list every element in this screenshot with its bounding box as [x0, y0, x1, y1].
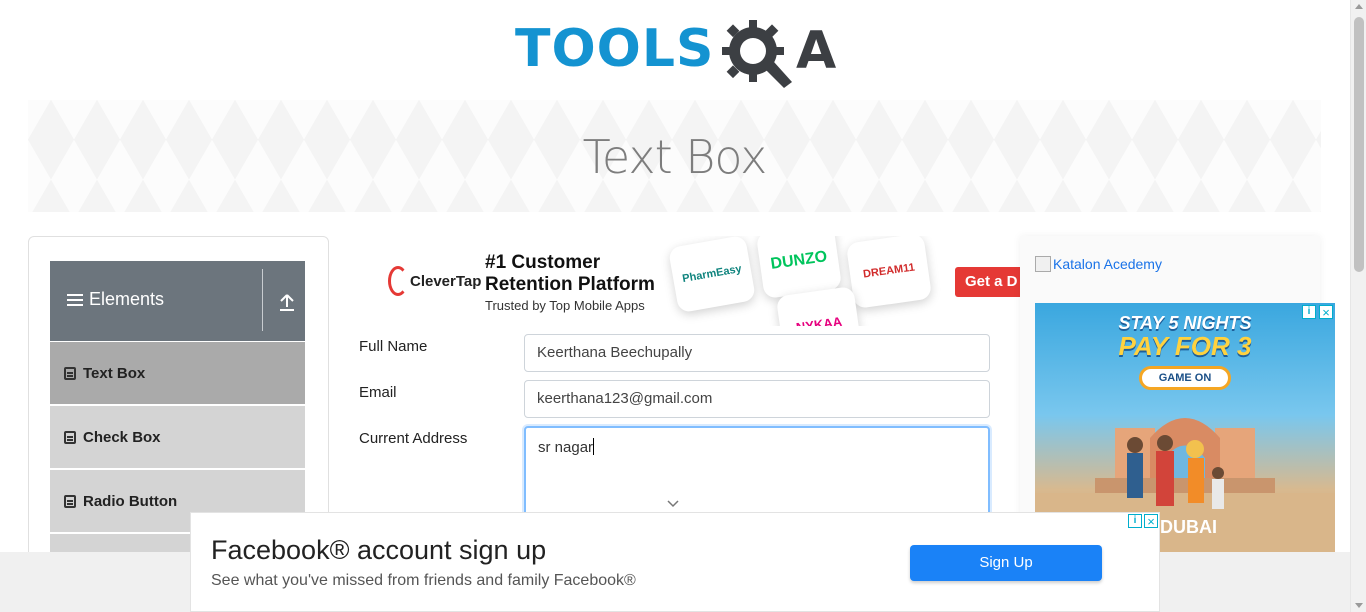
gear-magnifier-icon: A: [722, 20, 836, 88]
document-icon: [64, 430, 76, 444]
facebook-ad[interactable]: Facebook® account sign up See what you'v…: [190, 512, 1160, 612]
clevertap-brand: CleverTap: [410, 272, 482, 290]
collapse-upload-icon[interactable]: [278, 293, 296, 313]
ad-headline-1: #1 Customer: [485, 252, 601, 273]
sidebar-item-check-box[interactable]: Check Box: [50, 406, 305, 469]
close-icon[interactable]: ×: [1319, 305, 1333, 319]
email-label: Email: [359, 384, 397, 401]
chevron-down-icon: [667, 500, 679, 508]
page-banner: Text Box: [28, 100, 1321, 212]
partner-card-pharmeasy: PharmEasy: [667, 236, 757, 314]
logo-qa-text: A: [796, 21, 836, 81]
sidebar-group-title: Elements: [67, 289, 164, 310]
current-address-textarea[interactable]: sr nagar: [524, 426, 990, 526]
clevertap-ad[interactable]: CleverTap #1 Customer Retention Platform…: [358, 236, 1020, 326]
sign-up-button[interactable]: Sign Up: [910, 545, 1102, 581]
clevertap-logo: CleverTap: [388, 266, 481, 296]
sidebar-item-text-box[interactable]: Text Box: [50, 342, 305, 405]
ad-headline-2: Retention Platform: [485, 274, 655, 295]
vertical-scrollbar[interactable]: [1350, 0, 1366, 612]
fb-ad-subtitle: See what you've missed from friends and …: [211, 572, 636, 589]
email-input[interactable]: keerthana123@gmail.com: [524, 380, 990, 418]
toolsqa-logo[interactable]: TOOLS A: [515, 18, 840, 90]
ad-subline: Trusted by Top Mobile Apps: [485, 298, 645, 313]
current-address-value: sr nagar: [538, 439, 594, 456]
sidebar-group-label: Elements: [89, 289, 165, 309]
sidebar-item-label: Text Box: [83, 364, 146, 382]
scroll-up-arrow-icon[interactable]: [1355, 4, 1363, 9]
scroll-thumb[interactable]: [1354, 17, 1364, 272]
logo-wordmark: TOOLS: [515, 20, 714, 78]
clevertap-ring-icon: [388, 266, 408, 296]
sidebar-group-elements[interactable]: Elements: [50, 261, 305, 341]
current-address-label: Current Address: [359, 430, 468, 447]
document-icon: [64, 494, 76, 508]
full-name-label: Full Name: [359, 338, 428, 355]
game-on-button[interactable]: GAME ON: [1139, 366, 1231, 390]
scroll-down-arrow-icon[interactable]: [1355, 603, 1363, 608]
katalon-academy-link[interactable]: Katalon Acedemy: [1035, 256, 1162, 272]
partner-card-dream11: DREAM11: [845, 236, 933, 310]
ad-cta-button[interactable]: Get a D: [955, 267, 1020, 297]
adchoices-icon[interactable]: i: [1302, 305, 1316, 319]
text-caret: [593, 438, 595, 455]
fb-ad-title: Facebook® account sign up: [211, 535, 547, 565]
document-icon: [64, 366, 76, 380]
katalon-alt-text: Katalon Acedemy: [1053, 256, 1162, 272]
page-title: Text Box: [582, 130, 768, 184]
logo-tools-text: TOOLS: [515, 19, 715, 79]
adchoices-icon[interactable]: i: [1128, 514, 1142, 528]
dubai-ad-title-2: PAY FOR 3: [1118, 331, 1252, 361]
broken-image-icon: [1035, 256, 1051, 272]
dubai-brand-logo: DUBAI: [1160, 517, 1217, 537]
sidebar-item-label: Check Box: [83, 428, 161, 446]
close-icon[interactable]: ×: [1144, 514, 1158, 528]
sidebar-item-label: Radio Button: [83, 492, 178, 510]
full-name-input[interactable]: Keerthana Beechupally: [524, 334, 990, 372]
header-divider: [262, 269, 263, 331]
hamburger-icon: [67, 293, 83, 306]
